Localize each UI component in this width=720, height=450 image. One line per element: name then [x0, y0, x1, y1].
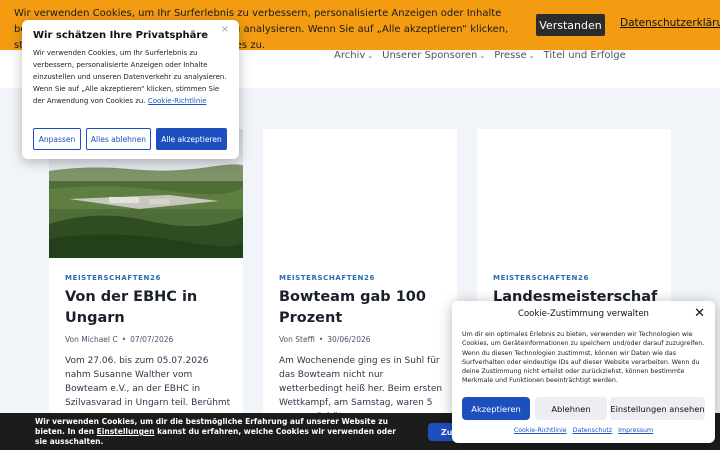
post-date: 30/06/2026 [327, 335, 371, 344]
post-image[interactable] [263, 129, 457, 258]
accept-all-button[interactable]: Alle akzeptieren [156, 128, 227, 150]
post-title[interactable]: Bowteam gab 100 Prozent [279, 287, 449, 329]
nav-item-titel[interactable]: Titel und Erfolge [544, 50, 626, 61]
post-meta: Von Steffi • 30/06/2026 [279, 335, 371, 344]
cookie-policy-link[interactable]: Cookie-Richtlinie [148, 97, 207, 105]
privacy-popup-text: Wir verwenden Cookies, um Ihr Surferlebn… [33, 47, 228, 107]
post-author[interactable]: Von Michael C [65, 335, 118, 344]
post-image[interactable] [477, 129, 671, 258]
consent-settings-button[interactable]: Einstellungen ansehen [610, 397, 705, 420]
post-category[interactable]: MEISTERSCHAFTEN26 [279, 274, 375, 282]
privacy-popup: Wir schätzen Ihre Privatsphäre × Wir ver… [22, 20, 239, 159]
privacy-popup-buttons: Anpassen Alles ablehnen Alle akzeptieren [33, 128, 227, 150]
post-title[interactable]: Von der EBHC in Ungarn [65, 287, 235, 329]
settings-link[interactable]: Einstellungen [97, 427, 155, 436]
understood-button[interactable]: Verstanden [536, 14, 605, 36]
post-card: MEISTERSCHAFTEN26 Bowteam gab 100 Prozen… [263, 129, 457, 450]
privacy-link[interactable]: Datenschutz [573, 427, 613, 434]
post-author[interactable]: Von Steffi [279, 335, 315, 344]
bottom-cookie-text: Wir verwenden Cookies, um dir die bestmö… [35, 417, 405, 447]
close-icon[interactable]: × [221, 24, 229, 35]
post-date: 07/07/2026 [130, 335, 174, 344]
consent-title: Cookie-Zustimmung verwalten [518, 309, 649, 319]
reject-all-button[interactable]: Alles ablehnen [86, 128, 151, 150]
chevron-down-icon: ⌄ [528, 51, 535, 60]
privacy-policy-link[interactable]: Datenschutzerklärung [620, 17, 720, 29]
consent-deny-button[interactable]: Ablehnen [535, 397, 607, 420]
consent-text: Um dir ein optimales Erlebnis zu bieten,… [462, 331, 705, 385]
nav-item-label: Titel und Erfolge [543, 50, 626, 61]
post-category[interactable]: MEISTERSCHAFTEN26 [65, 274, 161, 282]
consent-links: Cookie-Richtlinie Datenschutz Impressum [452, 427, 715, 434]
close-icon[interactable]: ✕ [694, 306, 705, 321]
post-meta: Von Michael C • 07/07/2026 [65, 335, 173, 344]
consent-dialog: Cookie-Zustimmung verwalten ✕ Um dir ein… [452, 301, 715, 443]
post-card: MEISTERSCHAFTEN26 Von der EBHC in Ungarn… [49, 129, 243, 450]
imprint-link[interactable]: Impressum [618, 427, 653, 434]
privacy-popup-title: Wir schätzen Ihre Privatsphäre [33, 30, 209, 41]
post-excerpt: Vom 27.06. bis zum 05.07.2026 nahm Susan… [65, 356, 231, 408]
customize-button[interactable]: Anpassen [33, 128, 81, 150]
meta-separator: • [121, 335, 127, 344]
post-category[interactable]: MEISTERSCHAFTEN26 [493, 274, 589, 282]
consent-accept-button[interactable]: Akzeptieren [462, 397, 530, 420]
cookie-policy-link[interactable]: Cookie-Richtlinie [514, 427, 567, 434]
meta-separator: • [318, 335, 324, 344]
